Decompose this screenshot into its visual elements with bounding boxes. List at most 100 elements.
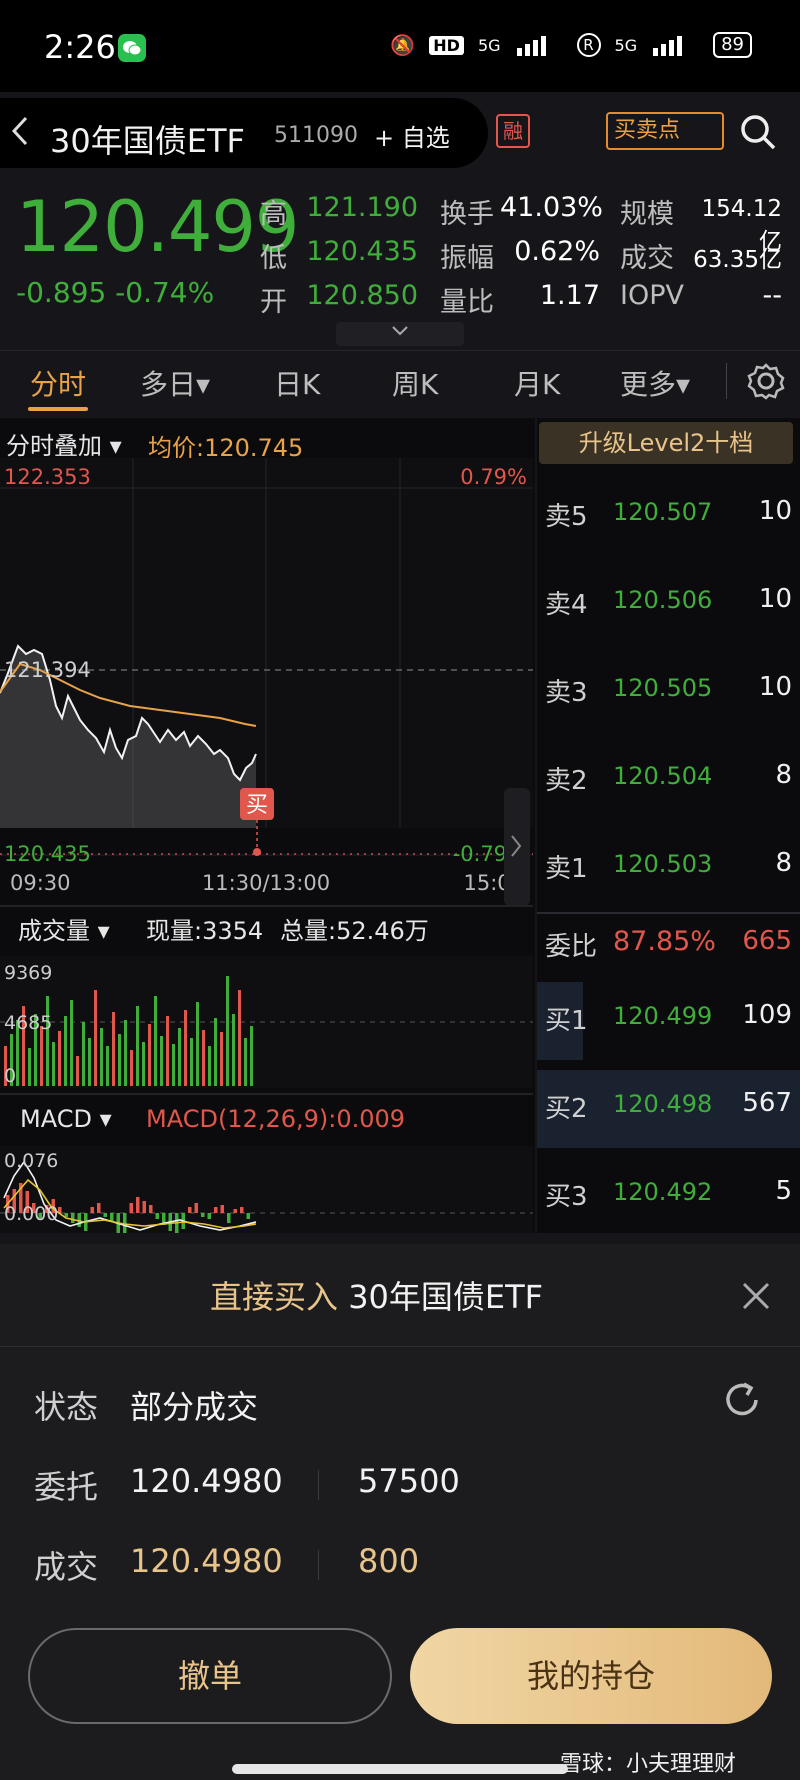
bid-row[interactable]: 买2 120.498 567 (537, 1060, 800, 1148)
upgrade-level2-button[interactable]: 升级Level2十档 (539, 422, 793, 464)
mute-icon: 🔕 (390, 33, 416, 57)
macd-bar (97, 1203, 101, 1213)
volume-bar (178, 1028, 181, 1086)
close-icon[interactable] (738, 1278, 774, 1314)
add-watchlist-button[interactable]: + 自选 (374, 118, 450, 153)
my-position-button[interactable]: 我的持仓 (410, 1628, 772, 1724)
status-icons: 🔕 HD 5G R 5G 89 (390, 32, 752, 58)
tab-multiday[interactable]: 多日▾ (140, 363, 210, 403)
fill-label: 成交 (34, 1548, 99, 1586)
volume-bar (106, 1046, 109, 1086)
turnover-label: 换手 (440, 199, 494, 230)
bid-label: 买3 (545, 1182, 588, 1212)
bid-label: 买2 (545, 1094, 588, 1124)
commission-ratio-value: 87.85% (613, 926, 716, 957)
macd-selector: MACD ▾ (20, 1105, 112, 1133)
title-pill: 30年国债ETF 511090 + 自选 (0, 98, 488, 168)
volume-bar (94, 990, 97, 1086)
watermark: 雪球：小夫理理财 (560, 1752, 737, 1777)
volume-selector: 成交量 ▾ (18, 917, 110, 945)
total-volume: 总量:52.46万 (280, 917, 429, 945)
order-price: 120.4980 (130, 1462, 283, 1500)
ask-price: 120.503 (613, 850, 713, 878)
bid-row[interactable]: 买1 120.499 109 (537, 972, 800, 1060)
battery-indicator: 89 (713, 32, 752, 58)
price-change: -0.895 -0.74% (16, 276, 215, 309)
tab-intraday[interactable]: 分时 (30, 363, 86, 403)
cancel-order-button[interactable]: 撤单 (28, 1628, 392, 1724)
wechat-icon (118, 34, 146, 62)
vol-zero-label: 0 (4, 1065, 16, 1087)
fill-price: 120.4980 (130, 1542, 283, 1580)
vol-mid-label: 4685 (4, 1012, 52, 1034)
y-mid-label: 121.394 (4, 658, 91, 682)
high-label: 高 (260, 199, 287, 230)
gear-icon[interactable] (746, 361, 786, 401)
volume-bar (40, 1026, 43, 1086)
ask-volume: 8 (775, 848, 792, 878)
ask-volume: 10 (758, 672, 792, 702)
order-status-sheet: 直接买入 30年国债ETF 状态 部分成交 委托 120.4980 57500 … (0, 1244, 800, 1780)
order-quantity: 57500 (358, 1462, 460, 1500)
amplitude-label: 振幅 (440, 243, 494, 274)
margin-badge[interactable]: 融 (496, 114, 530, 148)
ask-row[interactable]: 卖5 120.507 10 (537, 468, 800, 556)
sheet-divider (0, 1346, 800, 1347)
bid-row[interactable]: 买3 120.492 5 (537, 1148, 800, 1236)
macd-value: MACD(12,26,9):0.009 (146, 1105, 405, 1133)
volume-bar (112, 1012, 115, 1086)
buy-sell-point-button[interactable]: 买卖点 (606, 112, 724, 150)
stock-header: 30年国债ETF 511090 + 自选 融 买卖点 (0, 92, 800, 172)
bid-price: 120.499 (613, 1002, 713, 1030)
stock-title: 30年国债ETF (50, 122, 245, 160)
ask-row[interactable]: 卖1 120.503 8 (537, 820, 800, 908)
refresh-icon[interactable] (720, 1378, 764, 1422)
volume-bar (250, 1026, 253, 1086)
intraday-chart-panel[interactable]: 分时叠加 ▾ 均价:120.745 买 122.353 0.79% 121.39… (0, 418, 535, 1233)
value-separator (318, 1470, 319, 1500)
tab-daily-k[interactable]: 日K (274, 363, 320, 403)
volume-bar (148, 1024, 151, 1086)
value-separator (318, 1550, 319, 1580)
tab-weekly-k[interactable]: 周K (392, 363, 438, 403)
back-button[interactable] (8, 114, 30, 157)
ask-label: 卖2 (545, 766, 588, 796)
tab-monthly-k[interactable]: 月K (514, 363, 560, 403)
network-label: 5G (477, 35, 501, 55)
macd-bar (110, 1213, 114, 1221)
fill-quantity: 800 (358, 1542, 420, 1580)
bid-volume: 5 (775, 1176, 792, 1206)
macd-bar (207, 1213, 211, 1219)
stock-code: 511090 (274, 123, 358, 148)
low-label: 低 (260, 243, 287, 274)
volume-bar (130, 1050, 133, 1086)
amount-label: 成交 (620, 243, 674, 274)
macd-bar (103, 1213, 107, 1217)
volume-bar (58, 1031, 61, 1086)
high-value: 121.190 (306, 192, 418, 223)
volume-bar (244, 1038, 247, 1086)
tab-divider (726, 363, 727, 399)
expand-quote-button[interactable] (336, 322, 464, 346)
macd-bar (142, 1201, 146, 1213)
ask-row[interactable]: 卖3 120.505 10 (537, 644, 800, 732)
bid-price: 120.492 (613, 1178, 713, 1206)
y-top-label: 122.353 (4, 465, 91, 489)
volume-bar (220, 1032, 223, 1086)
amplitude-value: 0.62% (514, 236, 600, 267)
volume-bar (160, 1036, 163, 1086)
sheet-action: 直接买入 (210, 1278, 339, 1316)
volume-bar (232, 1014, 235, 1086)
search-icon[interactable] (738, 112, 778, 152)
macd-bar (188, 1207, 192, 1213)
volume-bar (46, 996, 49, 1086)
volume-bar (64, 1016, 67, 1086)
ask-row[interactable]: 卖2 120.504 8 (537, 732, 800, 820)
volume-bar (154, 996, 157, 1086)
volume-bar (196, 1002, 199, 1086)
volume-bar (142, 1042, 145, 1086)
tab-more[interactable]: 更多▾ (620, 363, 690, 403)
home-indicator[interactable] (232, 1764, 568, 1774)
macd-bar (90, 1207, 94, 1213)
ask-row[interactable]: 卖4 120.506 10 (537, 556, 800, 644)
